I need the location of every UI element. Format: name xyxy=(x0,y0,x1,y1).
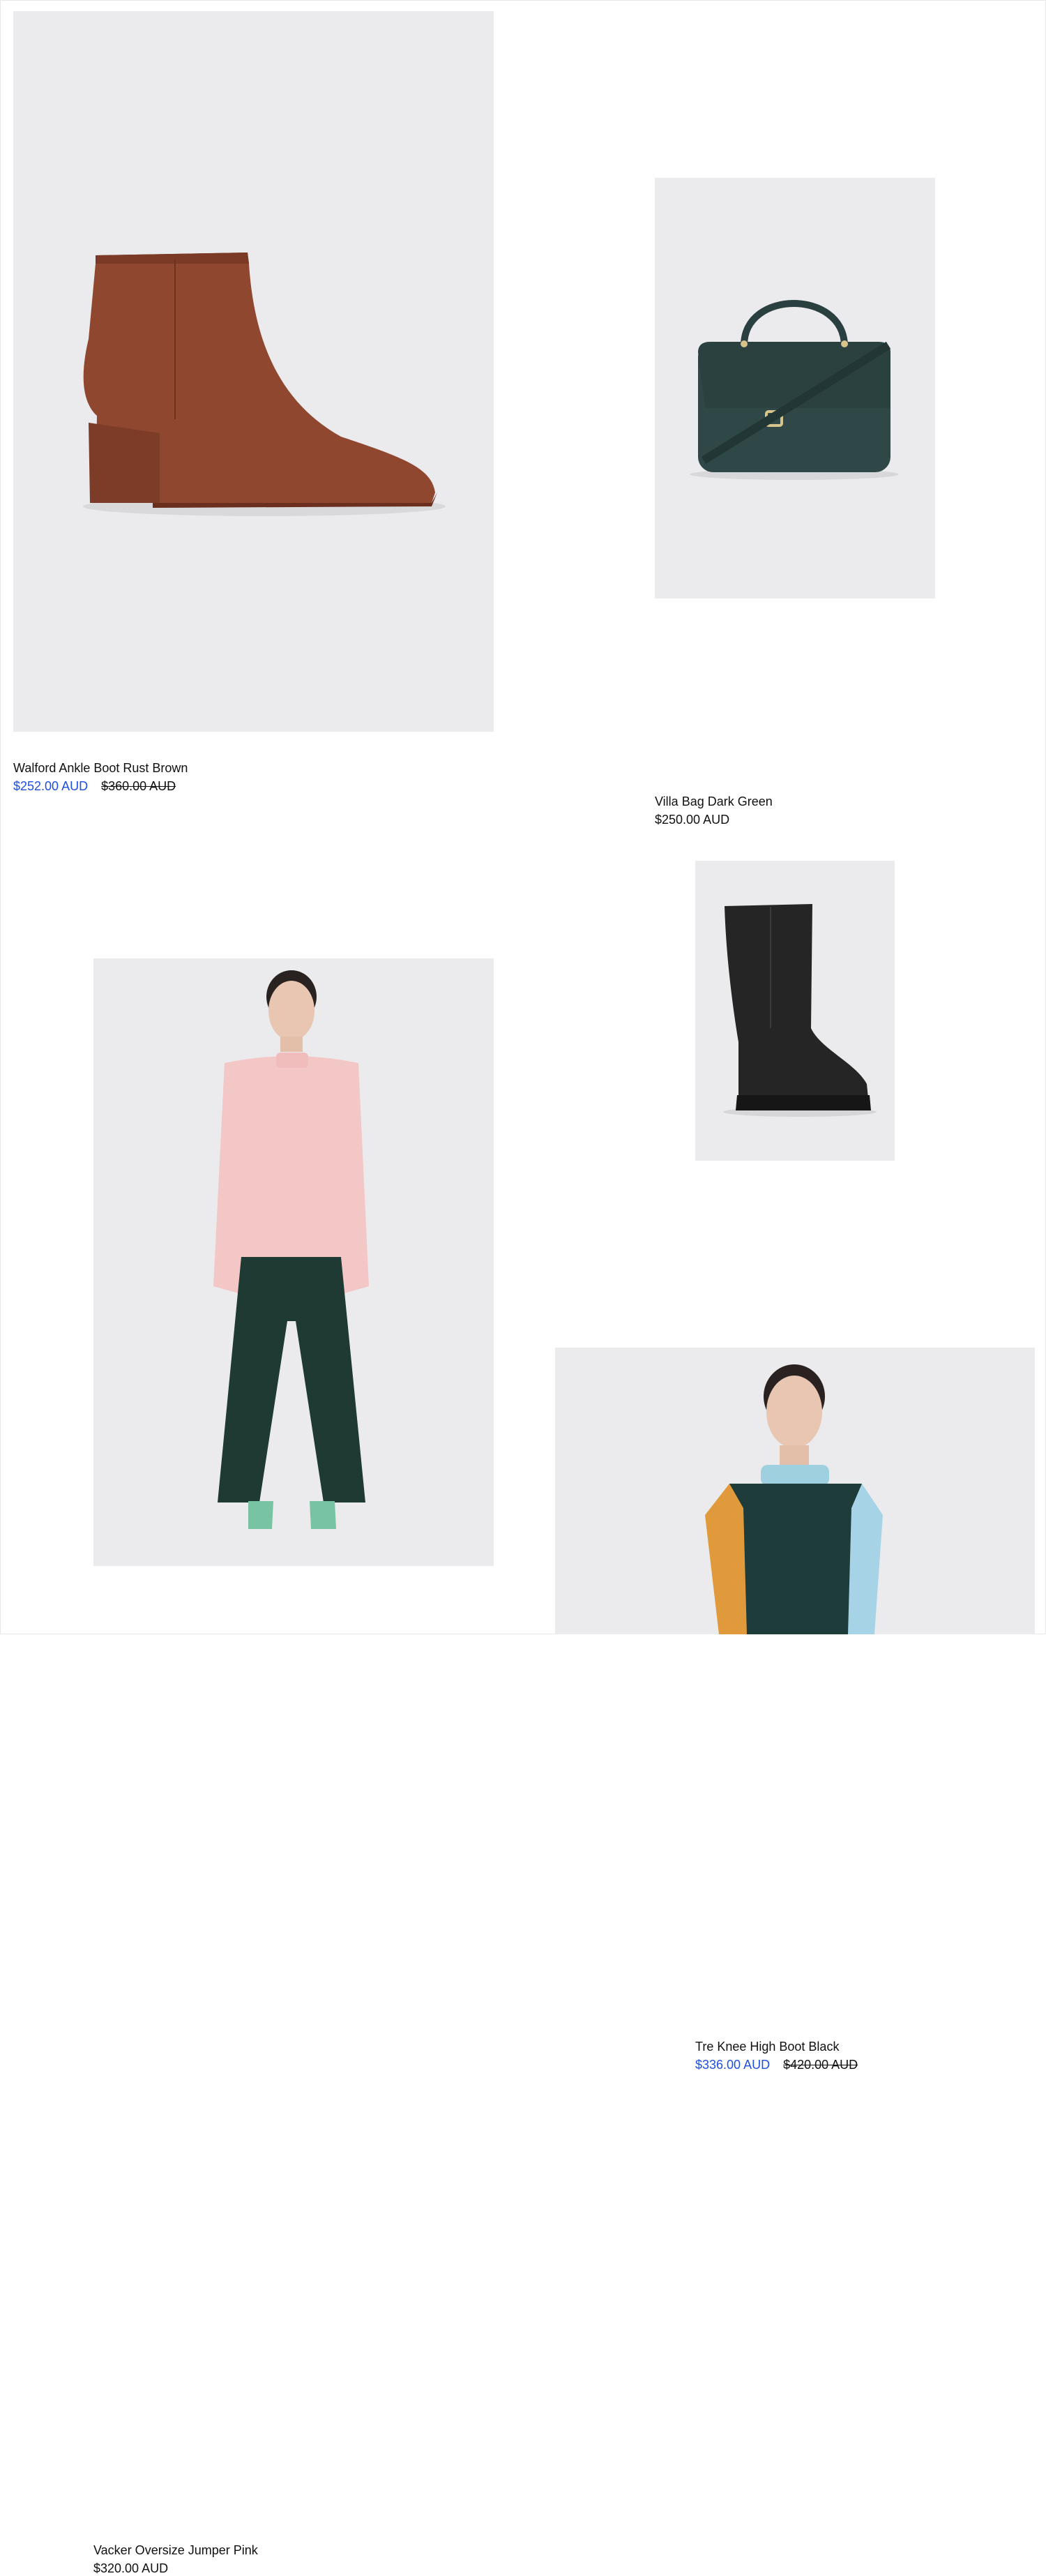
ankle-boot-illustration xyxy=(13,11,494,732)
knee-high-boot-illustration xyxy=(695,861,895,1161)
handbag-illustration xyxy=(655,178,935,598)
sale-price: $336.00 AUD xyxy=(695,2058,771,2072)
price-row: $336.00 AUD $420.00 AUD xyxy=(695,2057,858,2072)
price-row: $250.00 AUD xyxy=(655,812,729,827)
price: $250.00 AUD xyxy=(655,813,730,827)
product-title[interactable]: Vacker Oversize Jumper Pink xyxy=(93,2543,258,2558)
price: $320.00 AUD xyxy=(93,2561,169,2575)
product-image-colorblock-jumper[interactable] xyxy=(555,1348,1035,1634)
model-pink-jumper-illustration xyxy=(93,958,494,1566)
product-image-villa-bag[interactable] xyxy=(655,178,935,598)
model-colorblock-jumper-illustration xyxy=(555,1348,1035,1634)
product-title[interactable]: Tre Knee High Boot Black xyxy=(695,2039,839,2054)
product-image-knee-high-boot[interactable] xyxy=(695,861,895,1161)
product-image-pink-jumper[interactable] xyxy=(93,958,494,1566)
price-row: $320.00 AUD xyxy=(93,2561,168,2576)
sale-price: $252.00 AUD xyxy=(13,779,89,793)
compare-at-price: $420.00 AUD xyxy=(783,2058,858,2072)
product-title[interactable]: Walford Ankle Boot Rust Brown xyxy=(13,760,188,776)
product-image-ankle-boot[interactable] xyxy=(13,11,494,732)
price-row: $252.00 AUD $360.00 AUD xyxy=(13,778,176,794)
product-title[interactable]: Villa Bag Dark Green xyxy=(655,794,773,809)
compare-at-price: $360.00 AUD xyxy=(101,779,176,793)
